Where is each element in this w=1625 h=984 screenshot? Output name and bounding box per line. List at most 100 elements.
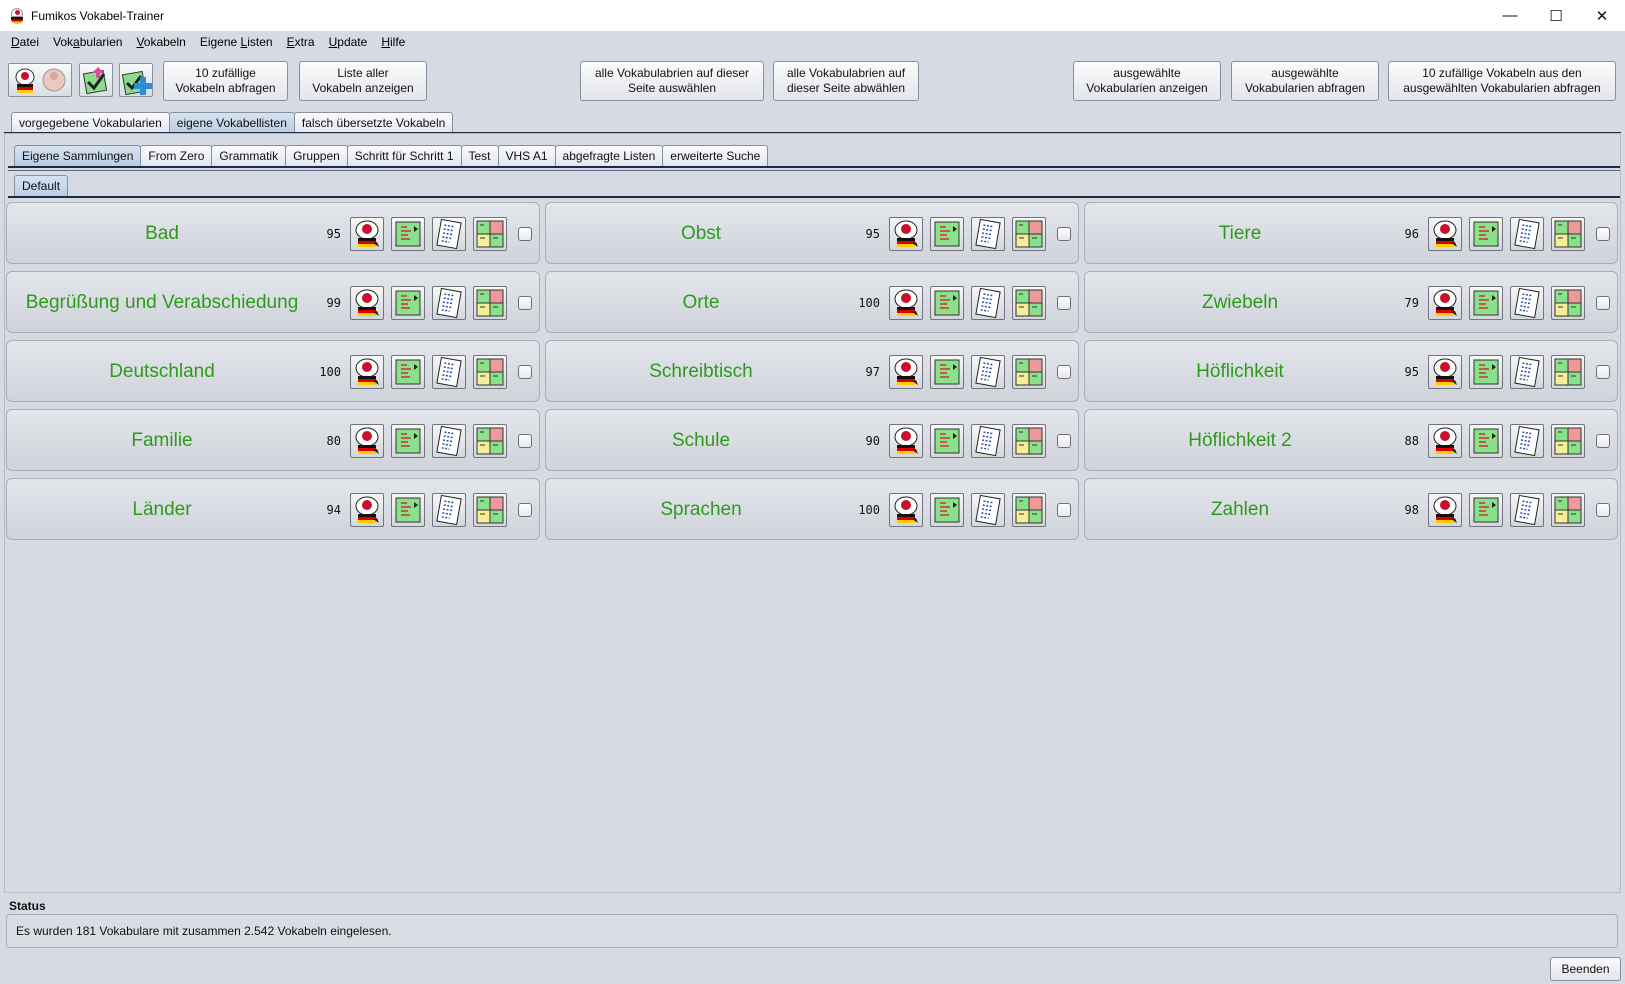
vocab-card-title[interactable]: Länder <box>7 479 317 541</box>
list-icon[interactable] <box>432 217 466 251</box>
list-icon[interactable] <box>1510 286 1544 320</box>
vocab-card-title[interactable]: Schreibtisch <box>546 341 856 403</box>
list-icon[interactable] <box>971 493 1005 527</box>
main-tab-1[interactable]: eigene Vokabellisten <box>168 112 295 133</box>
vocab-card-title[interactable]: Sprachen <box>546 479 856 541</box>
quiz-selected-button[interactable]: ausgewählte Vokabularien abfragen <box>1231 61 1379 101</box>
quiz-jp-de-icon[interactable] <box>1428 355 1462 389</box>
random-selected-button[interactable]: 10 zufällige Vokabeln aus den ausgewählte… <box>1388 61 1616 101</box>
matching-icon[interactable] <box>473 217 507 251</box>
sub-tab-5[interactable]: Test <box>460 145 499 166</box>
flashcard-icon[interactable] <box>930 286 964 320</box>
sub-tab-1[interactable]: From Zero <box>140 145 213 166</box>
vocab-card-title[interactable]: Tiere <box>1085 203 1395 265</box>
flashcard-icon[interactable] <box>930 217 964 251</box>
select-all-button[interactable]: alle Vokabulabrien auf dieser Seite auswä… <box>580 61 764 101</box>
flashcard-icon[interactable] <box>1469 286 1503 320</box>
random-quiz-button[interactable]: 10 zufällige Vokabeln abfragen <box>163 61 288 101</box>
inner-tab-0[interactable]: Default <box>14 175 69 196</box>
quiz-jp-de-icon[interactable] <box>350 424 384 458</box>
close-button[interactable]: ✕ <box>1579 0 1625 31</box>
flashcard-icon[interactable] <box>1469 424 1503 458</box>
show-selected-button[interactable]: ausgewählte Vokabularien anzeigen <box>1073 61 1221 101</box>
flashcard-icon[interactable] <box>930 355 964 389</box>
vocab-card-checkbox[interactable] <box>1596 296 1610 310</box>
flashcard-icon[interactable] <box>1469 493 1503 527</box>
sub-tab-2[interactable]: Grammatik <box>211 145 287 166</box>
vocab-card-title[interactable]: Höflichkeit 2 <box>1085 410 1395 472</box>
vocab-card-title[interactable]: Höflichkeit <box>1085 341 1395 403</box>
list-icon[interactable] <box>432 424 466 458</box>
matching-icon[interactable] <box>1551 286 1585 320</box>
matching-icon[interactable] <box>1551 217 1585 251</box>
matching-icon[interactable] <box>1012 286 1046 320</box>
matching-icon[interactable] <box>1012 424 1046 458</box>
flashcard-icon[interactable] <box>391 493 425 527</box>
quiz-jp-de-icon[interactable] <box>350 286 384 320</box>
minimize-button[interactable]: — <box>1487 0 1533 31</box>
quiz-jp-de-icon[interactable] <box>350 217 384 251</box>
vocab-card-checkbox[interactable] <box>1057 434 1071 448</box>
menu-item-5[interactable]: Update <box>322 35 375 49</box>
flashcard-icon[interactable] <box>391 424 425 458</box>
quiz-jp-de-icon[interactable] <box>1428 493 1462 527</box>
vocab-card-checkbox[interactable] <box>1057 227 1071 241</box>
menu-item-2[interactable]: Vokabeln <box>129 35 192 49</box>
list-icon[interactable] <box>971 355 1005 389</box>
quit-button[interactable]: Beenden <box>1550 957 1621 981</box>
vocab-card-title[interactable]: Schule <box>546 410 856 472</box>
quiz-jp-de-icon[interactable] <box>889 217 923 251</box>
quiz-jp-de-icon[interactable] <box>889 286 923 320</box>
list-icon[interactable] <box>1510 355 1544 389</box>
vocab-card-checkbox[interactable] <box>1596 503 1610 517</box>
main-tab-0[interactable]: vorgegebene Vokabularien <box>11 112 170 133</box>
sub-tab-0[interactable]: Eigene Sammlungen <box>14 145 142 166</box>
matching-icon[interactable] <box>473 355 507 389</box>
list-icon[interactable] <box>971 217 1005 251</box>
flashcard-icon[interactable] <box>391 355 425 389</box>
vocab-card-title[interactable]: Orte <box>546 272 856 334</box>
sub-tab-4[interactable]: Schritt für Schritt 1 <box>346 145 462 166</box>
matching-icon[interactable] <box>1012 355 1046 389</box>
matching-icon[interactable] <box>473 424 507 458</box>
matching-icon[interactable] <box>473 286 507 320</box>
list-icon[interactable] <box>971 424 1005 458</box>
quiz-jp-de-icon[interactable] <box>350 355 384 389</box>
translate-quiz-icon[interactable] <box>8 63 72 97</box>
quiz-jp-de-icon[interactable] <box>889 493 923 527</box>
list-all-button[interactable]: Liste aller Vokabeln anzeigen <box>299 61 427 101</box>
menu-item-4[interactable]: Extra <box>280 35 322 49</box>
quiz-jp-de-icon[interactable] <box>889 355 923 389</box>
quiz-jp-de-icon[interactable] <box>1428 217 1462 251</box>
flashcard-icon[interactable] <box>930 493 964 527</box>
vocab-card-checkbox[interactable] <box>1057 296 1071 310</box>
vocab-card-title[interactable]: Obst <box>546 203 856 265</box>
vocab-card-checkbox[interactable] <box>518 296 532 310</box>
list-icon[interactable] <box>432 493 466 527</box>
flashcard-icon[interactable] <box>930 424 964 458</box>
vocab-card-checkbox[interactable] <box>518 503 532 517</box>
vocab-card-checkbox[interactable] <box>518 227 532 241</box>
vocab-card-title[interactable]: Bad <box>7 203 317 265</box>
matching-icon[interactable] <box>1012 493 1046 527</box>
quiz-jp-de-icon[interactable] <box>350 493 384 527</box>
list-icon[interactable] <box>1510 424 1544 458</box>
flashcard-icon[interactable] <box>391 286 425 320</box>
vocab-card-title[interactable]: Zwiebeln <box>1085 272 1395 334</box>
menu-item-0[interactable]: Datei <box>4 35 46 49</box>
flashcard-icon[interactable] <box>1469 217 1503 251</box>
quiz-jp-de-icon[interactable] <box>1428 424 1462 458</box>
main-tab-2[interactable]: falsch übersetzte Vokabeln <box>293 112 454 133</box>
sub-tab-6[interactable]: VHS A1 <box>497 145 556 166</box>
matching-icon[interactable] <box>1551 355 1585 389</box>
vocab-card-checkbox[interactable] <box>518 434 532 448</box>
matching-icon[interactable] <box>1012 217 1046 251</box>
flashcard-icon[interactable] <box>1469 355 1503 389</box>
list-icon[interactable] <box>971 286 1005 320</box>
sub-tab-7[interactable]: abgefragte Listen <box>554 145 664 166</box>
vocab-card-checkbox[interactable] <box>1596 434 1610 448</box>
vocab-card-title[interactable]: Familie <box>7 410 317 472</box>
matching-icon[interactable] <box>473 493 507 527</box>
sub-tab-8[interactable]: erweiterte Suche <box>662 145 769 166</box>
list-icon[interactable] <box>432 286 466 320</box>
